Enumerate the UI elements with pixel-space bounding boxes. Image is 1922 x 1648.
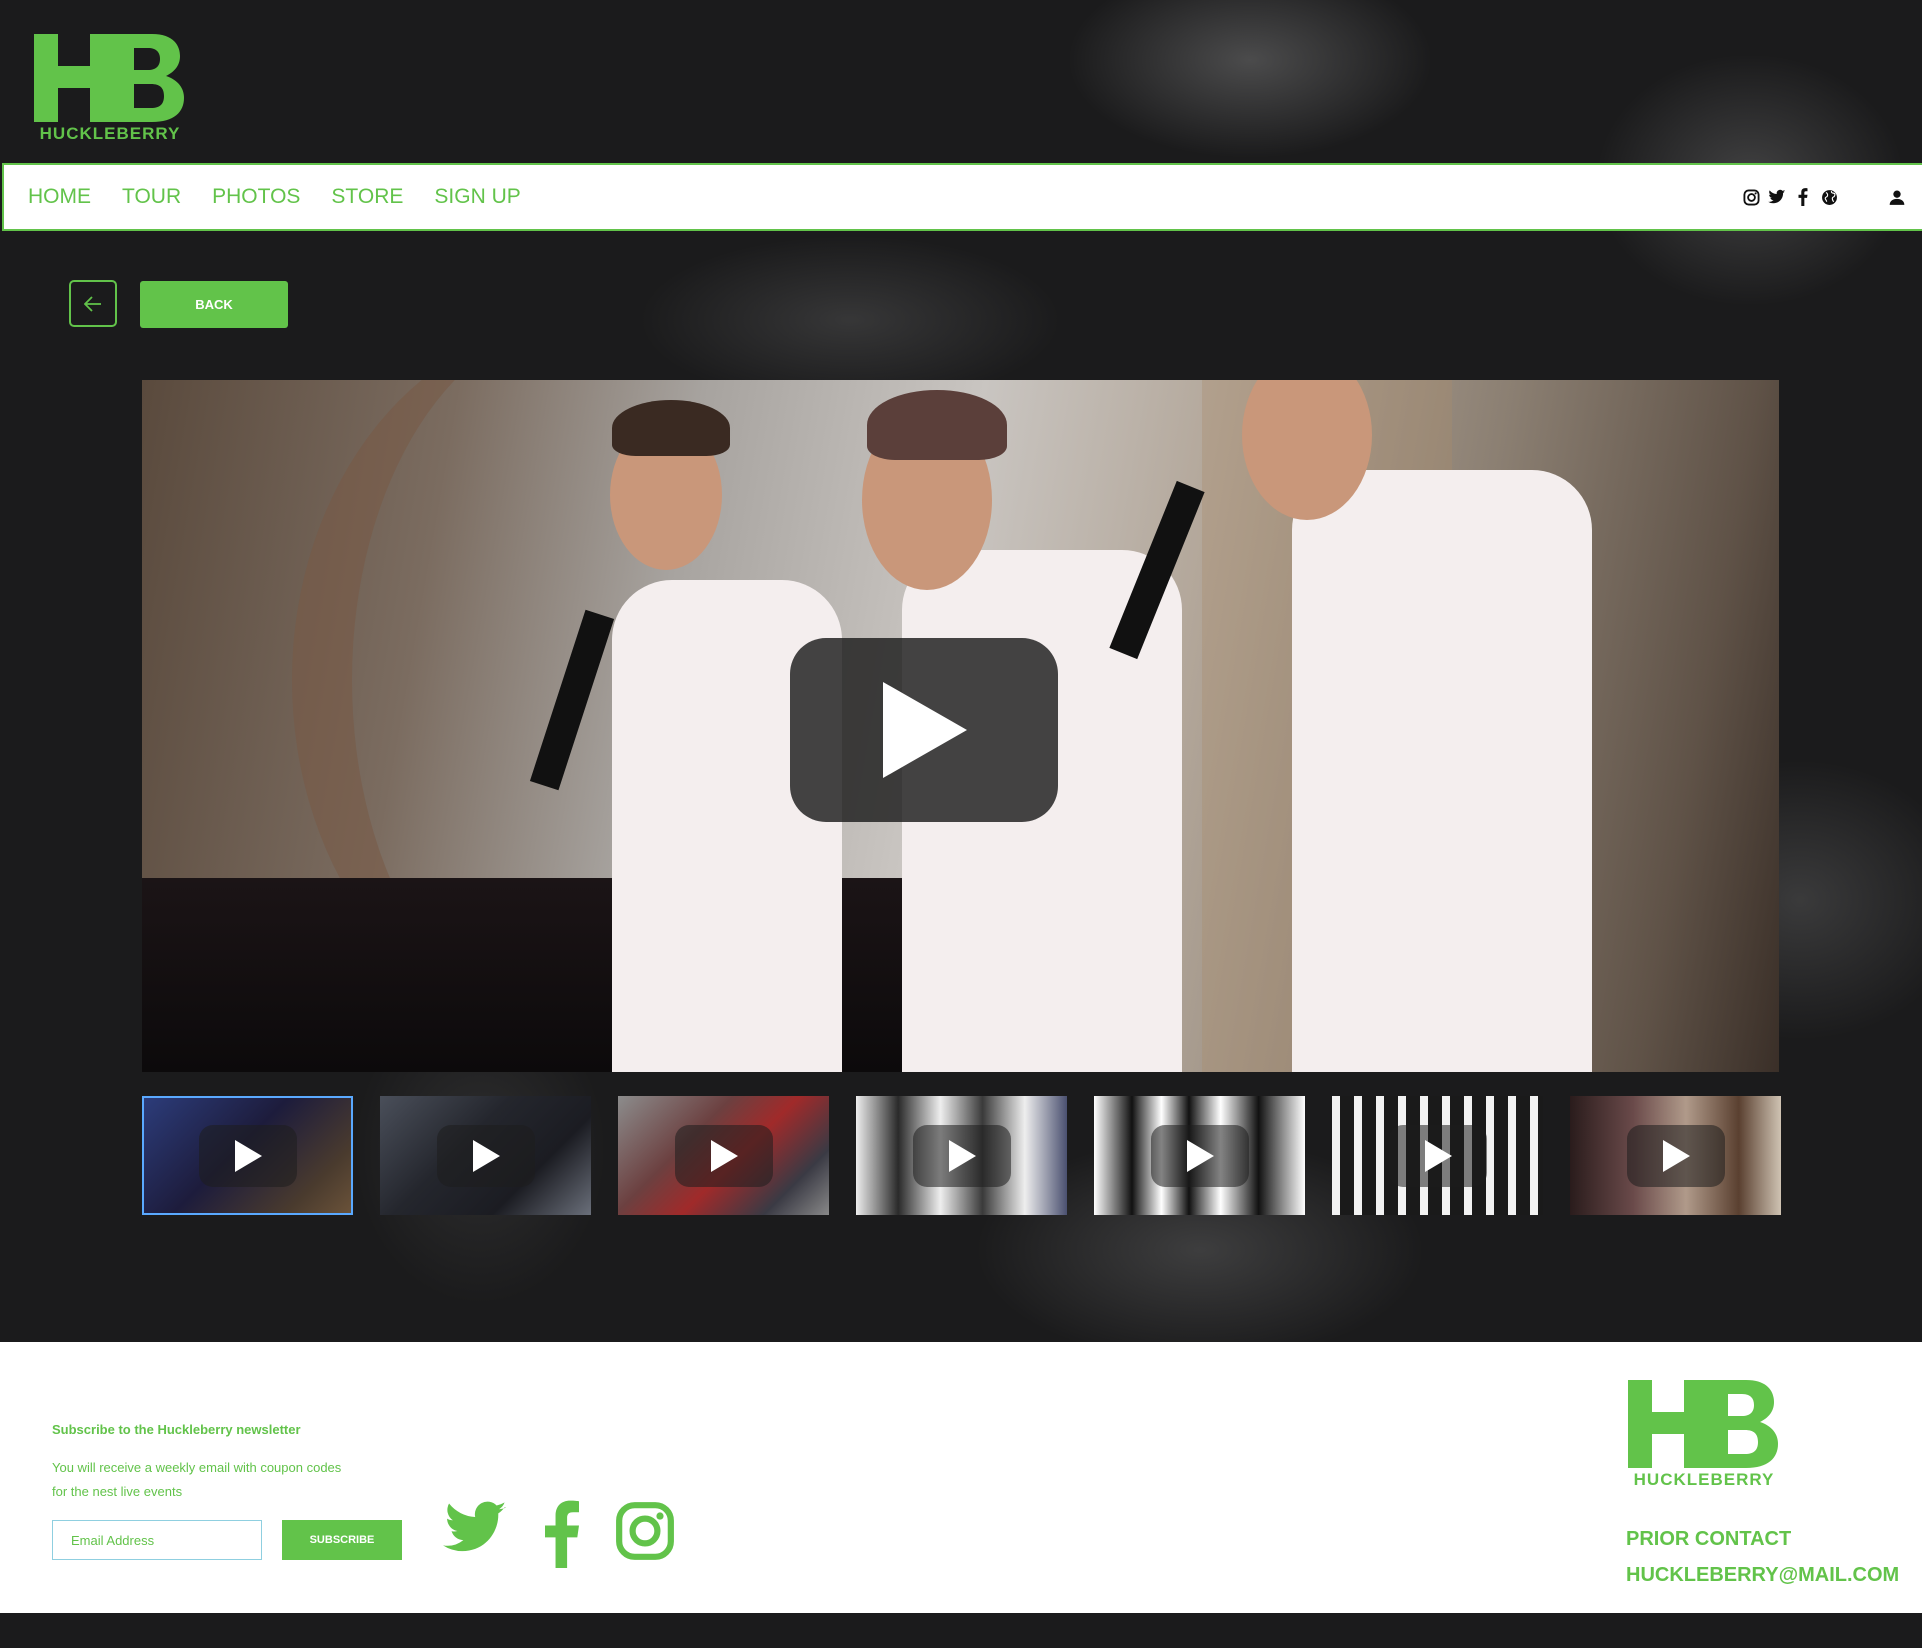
brand-logo[interactable]: HUCKLEBERRY xyxy=(34,32,186,146)
nav-links: HOME TOUR PHOTOS STORE SIGN UP xyxy=(28,165,521,229)
contact-email[interactable]: HUCKLEBERRY@MAIL.COM xyxy=(1626,1564,1899,1587)
video-thumbnail-6[interactable] xyxy=(1332,1096,1543,1215)
facebook-icon[interactable] xyxy=(1790,184,1816,210)
nav-tour[interactable]: TOUR xyxy=(122,185,181,209)
footer-facebook-link[interactable] xyxy=(538,1500,586,1568)
newsletter-description: You will receive a weekly email with cou… xyxy=(52,1456,382,1504)
footer-brand-name: HUCKLEBERRY xyxy=(1633,1470,1775,1489)
top-navbar: HOME TOUR PHOTOS STORE SIGN UP xyxy=(2,163,1922,231)
thumbnail-play xyxy=(912,1124,1011,1187)
singer-middle-hair xyxy=(867,390,1007,460)
play-icon xyxy=(234,1139,262,1172)
instagram-icon[interactable] xyxy=(1738,184,1764,210)
nav-store[interactable]: STORE xyxy=(331,185,403,209)
video-thumbnail-7[interactable] xyxy=(1570,1096,1781,1215)
play-icon xyxy=(1186,1139,1214,1172)
video-thumbnail-2[interactable] xyxy=(380,1096,591,1215)
hb-monogram xyxy=(34,34,184,122)
singer-right xyxy=(1292,470,1592,1072)
brand-name: HUCKLEBERRY xyxy=(39,124,181,143)
nav-sign-up[interactable]: SIGN UP xyxy=(434,185,520,209)
newsletter-description-line-1: You will receive a weekly email with cou… xyxy=(52,1460,342,1475)
thumbnail-play xyxy=(674,1124,773,1187)
arrow-left-icon xyxy=(84,295,101,312)
thumbnail-play xyxy=(436,1124,535,1187)
footer-brand-logo[interactable]: HUCKLEBERRY xyxy=(1628,1378,1780,1492)
newsletter-description-line-2: for the nest live events xyxy=(52,1484,183,1499)
hb-monogram xyxy=(1628,1380,1778,1468)
instagram-icon xyxy=(616,1502,674,1560)
play-icon xyxy=(1662,1139,1690,1172)
globe-icon[interactable] xyxy=(1816,184,1842,210)
singer-left-hair xyxy=(612,400,730,456)
email-field[interactable] xyxy=(52,1520,262,1560)
twitter-icon xyxy=(443,1501,507,1552)
thumbnail-play xyxy=(1150,1124,1249,1187)
thumbnail-play xyxy=(1626,1124,1725,1187)
thumbnail-play xyxy=(1388,1124,1487,1187)
nav-icons xyxy=(1738,165,1910,229)
footer-twitter-link[interactable] xyxy=(442,1500,510,1556)
back-arrow-button[interactable] xyxy=(69,280,117,327)
video-thumbnail-5[interactable] xyxy=(1094,1096,1305,1215)
play-icon xyxy=(883,682,967,778)
bottom-bar xyxy=(0,1613,1922,1648)
back-button[interactable]: BACK xyxy=(140,281,288,328)
play-icon xyxy=(472,1139,500,1172)
play-icon xyxy=(948,1139,976,1172)
footer-instagram-link[interactable] xyxy=(612,1500,678,1562)
video-thumbnail-1[interactable] xyxy=(142,1096,353,1215)
video-thumbnails xyxy=(142,1096,1781,1216)
nav-home[interactable]: HOME xyxy=(28,185,91,209)
contact-heading: PRIOR CONTACT xyxy=(1626,1528,1792,1550)
main-video-player[interactable] xyxy=(142,380,1779,1072)
video-play-button[interactable] xyxy=(790,638,1058,822)
video-thumbnail-4[interactable] xyxy=(856,1096,1067,1215)
subscribe-button[interactable]: SUBSCRIBE xyxy=(282,1520,402,1560)
twitter-icon[interactable] xyxy=(1764,184,1790,210)
nav-photos[interactable]: PHOTOS xyxy=(212,185,300,209)
video-thumbnail-3[interactable] xyxy=(618,1096,829,1215)
thumbnail-play xyxy=(198,1124,297,1187)
newsletter-title: Subscribe to the Huckleberry newsletter xyxy=(52,1422,301,1437)
play-icon xyxy=(1424,1139,1452,1172)
facebook-icon xyxy=(545,1500,579,1568)
user-icon[interactable] xyxy=(1884,184,1910,210)
play-icon xyxy=(710,1139,738,1172)
